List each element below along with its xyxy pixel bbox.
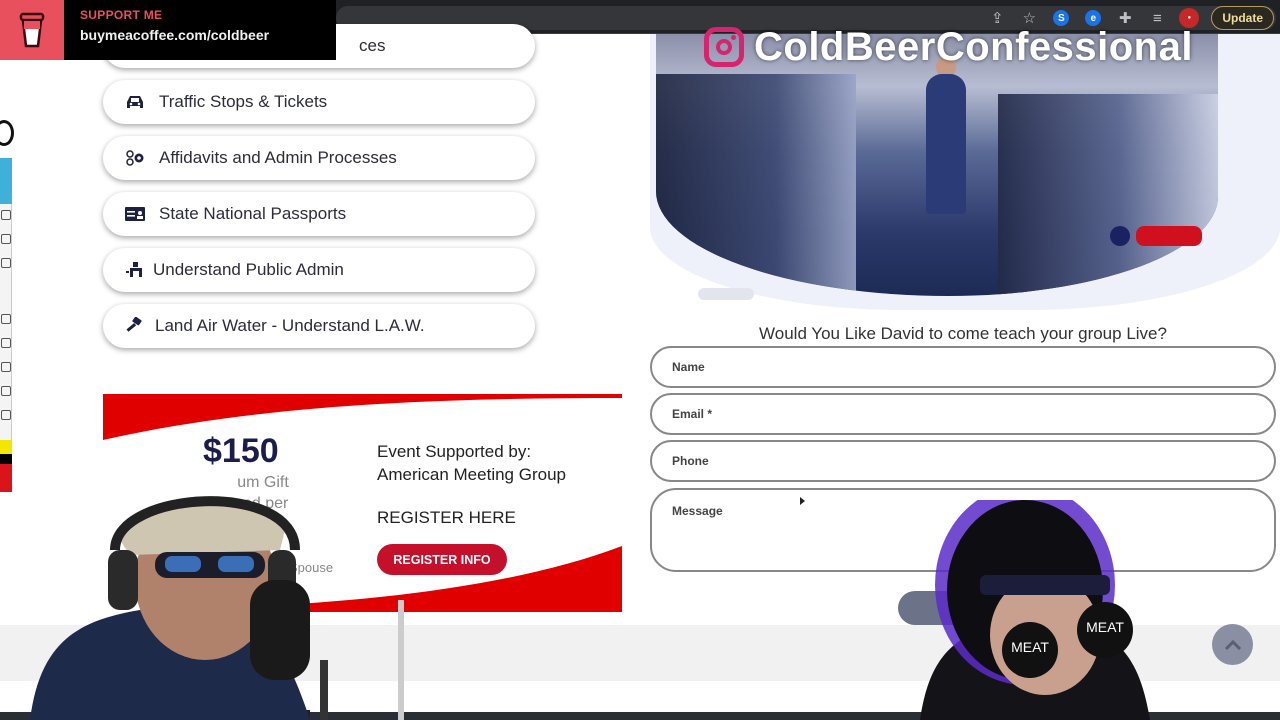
name-input[interactable] [672, 348, 1252, 386]
tool-palette[interactable] [0, 204, 12, 440]
eraser-icon[interactable] [1, 258, 11, 268]
email-input[interactable] [672, 395, 1252, 433]
update-button[interactable]: Update [1211, 6, 1274, 30]
menu-item-public-admin[interactable]: Understand Public Admin [103, 248, 535, 292]
menu-item-traffic-stops[interactable]: Traffic Stops & Tickets [103, 80, 535, 124]
support-title: SUPPORT ME [80, 8, 163, 22]
menu-item-label: Traffic Stops & Tickets [159, 92, 328, 111]
menu-item-label: Affidavits and Admin Processes [159, 148, 397, 167]
image-icon[interactable] [1, 386, 11, 396]
menu-item-label: Understand Public Admin [153, 260, 344, 279]
speaker-figure [926, 74, 966, 214]
glasses-logo-right: MEAT [1086, 619, 1124, 635]
audience-right [998, 94, 1218, 296]
gavel-icon [125, 317, 145, 335]
instagram-icon [704, 27, 744, 67]
menu-item-land-air-water[interactable]: Land Air Water - Understand L.A.W. [103, 304, 535, 348]
mouse-cursor-icon [800, 497, 805, 505]
annotation-toolbar [0, 120, 14, 500]
webcam-host-left [20, 470, 440, 720]
scroll-to-top-button[interactable] [1212, 624, 1253, 665]
cogs-icon [125, 149, 145, 167]
webcam-host-right: MEAT MEAT [880, 485, 1170, 720]
trash-icon[interactable] [1, 338, 11, 348]
menu-item-label: ces [359, 36, 386, 55]
id-card-icon [125, 205, 145, 223]
watermark-handle: ColdBeerConfessional [754, 24, 1193, 69]
supporter-label: Event Supported by: [377, 442, 532, 461]
coffee-cup-icon [0, 0, 64, 60]
audience-left [656, 74, 856, 296]
copy-icon[interactable] [1, 362, 11, 372]
car-icon [125, 93, 145, 111]
menu-item-label: State National Passports [159, 204, 347, 223]
screen: ⇪ ☆ S e ✚ ≡ ● Update SUPPORT ME buymeaco… [0, 0, 1280, 720]
hero-carousel [650, 34, 1280, 310]
menu-item-label: Land Air Water - Understand L.A.W. [155, 316, 425, 335]
carousel-dot-active[interactable] [1136, 226, 1202, 246]
phone-field[interactable] [650, 440, 1276, 482]
email-field[interactable] [650, 393, 1276, 435]
chevron-up-icon [1224, 639, 1241, 650]
tool-toggle-icon[interactable] [0, 120, 14, 146]
price-amount: $150 [203, 432, 279, 470]
tool-eye-active[interactable] [0, 158, 12, 204]
pencil-icon[interactable] [1, 210, 11, 220]
support-banner: SUPPORT ME buymeacoffee.com/coldbeer [0, 0, 336, 60]
color-red-swatch[interactable] [0, 464, 12, 492]
doc-icon[interactable] [1, 410, 11, 420]
form-title: Would You Like David to come teach your … [759, 324, 1167, 343]
glasses-logo-left: MEAT [1011, 639, 1049, 655]
menu-item-passports[interactable]: State National Passports [103, 192, 535, 236]
carousel-dots-secondary[interactable] [698, 288, 754, 300]
carousel-dot[interactable] [1110, 226, 1130, 246]
phone-input[interactable] [672, 442, 1252, 480]
sitemap-icon [125, 261, 145, 279]
stream-watermark: ColdBeerConfessional [704, 24, 1193, 70]
hero-photo-seminar [656, 34, 1218, 296]
target-icon[interactable] [1, 314, 11, 324]
menu-item-affidavits[interactable]: Affidavits and Admin Processes [103, 136, 535, 180]
support-url: buymeacoffee.com/coldbeer [80, 27, 270, 43]
line-icon[interactable] [1, 234, 11, 244]
name-field[interactable] [650, 346, 1276, 388]
color-yellow-swatch[interactable] [0, 440, 12, 454]
color-black-swatch[interactable] [0, 454, 12, 464]
